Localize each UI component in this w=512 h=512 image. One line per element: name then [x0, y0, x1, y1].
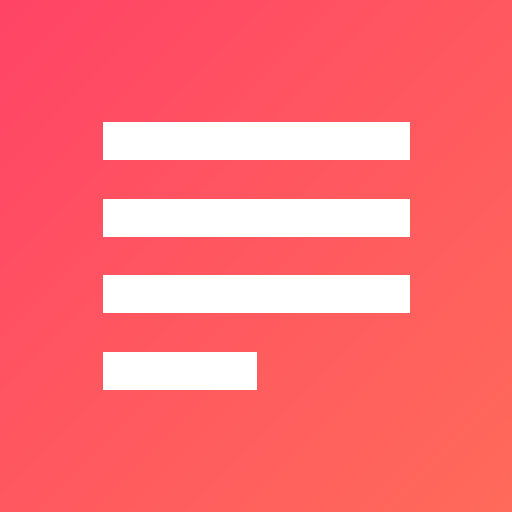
text-line-1 [103, 122, 410, 160]
text-line-3 [103, 275, 410, 313]
app-icon [0, 0, 512, 512]
text-line-4 [103, 352, 257, 390]
text-line-2 [103, 199, 410, 237]
